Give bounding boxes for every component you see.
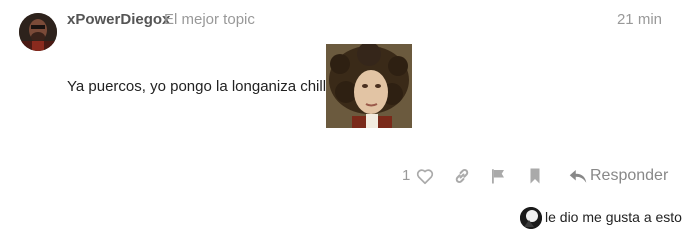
post-timestamp[interactable]: 21 min: [617, 11, 662, 28]
link-icon[interactable]: [453, 167, 471, 185]
post-username[interactable]: xPowerDiegox: [67, 11, 170, 28]
post-body-text: Ya puercos, yo pongo la longaniza chilla…: [67, 78, 363, 95]
flag-icon[interactable]: [489, 167, 507, 185]
bookmark-icon[interactable]: [528, 167, 542, 185]
post-image-photo: [326, 44, 412, 128]
user-avatar[interactable]: [19, 13, 57, 51]
heart-outline-icon[interactable]: [416, 168, 434, 185]
liked-by-text: le dio me gusta a esto: [545, 209, 682, 225]
avatar-image: [19, 13, 57, 51]
post-image[interactable]: [326, 44, 412, 128]
reply-button[interactable]: Responder: [590, 167, 668, 185]
liked-by-avatar-image: [520, 207, 542, 229]
post-actions-bar: 1 Responder: [0, 164, 690, 190]
reply-arrow-icon[interactable]: [569, 168, 587, 184]
topic-title-link[interactable]: El mejor topic: [164, 11, 255, 28]
liked-by-avatar[interactable]: [520, 207, 542, 229]
like-count[interactable]: 1: [402, 167, 410, 184]
